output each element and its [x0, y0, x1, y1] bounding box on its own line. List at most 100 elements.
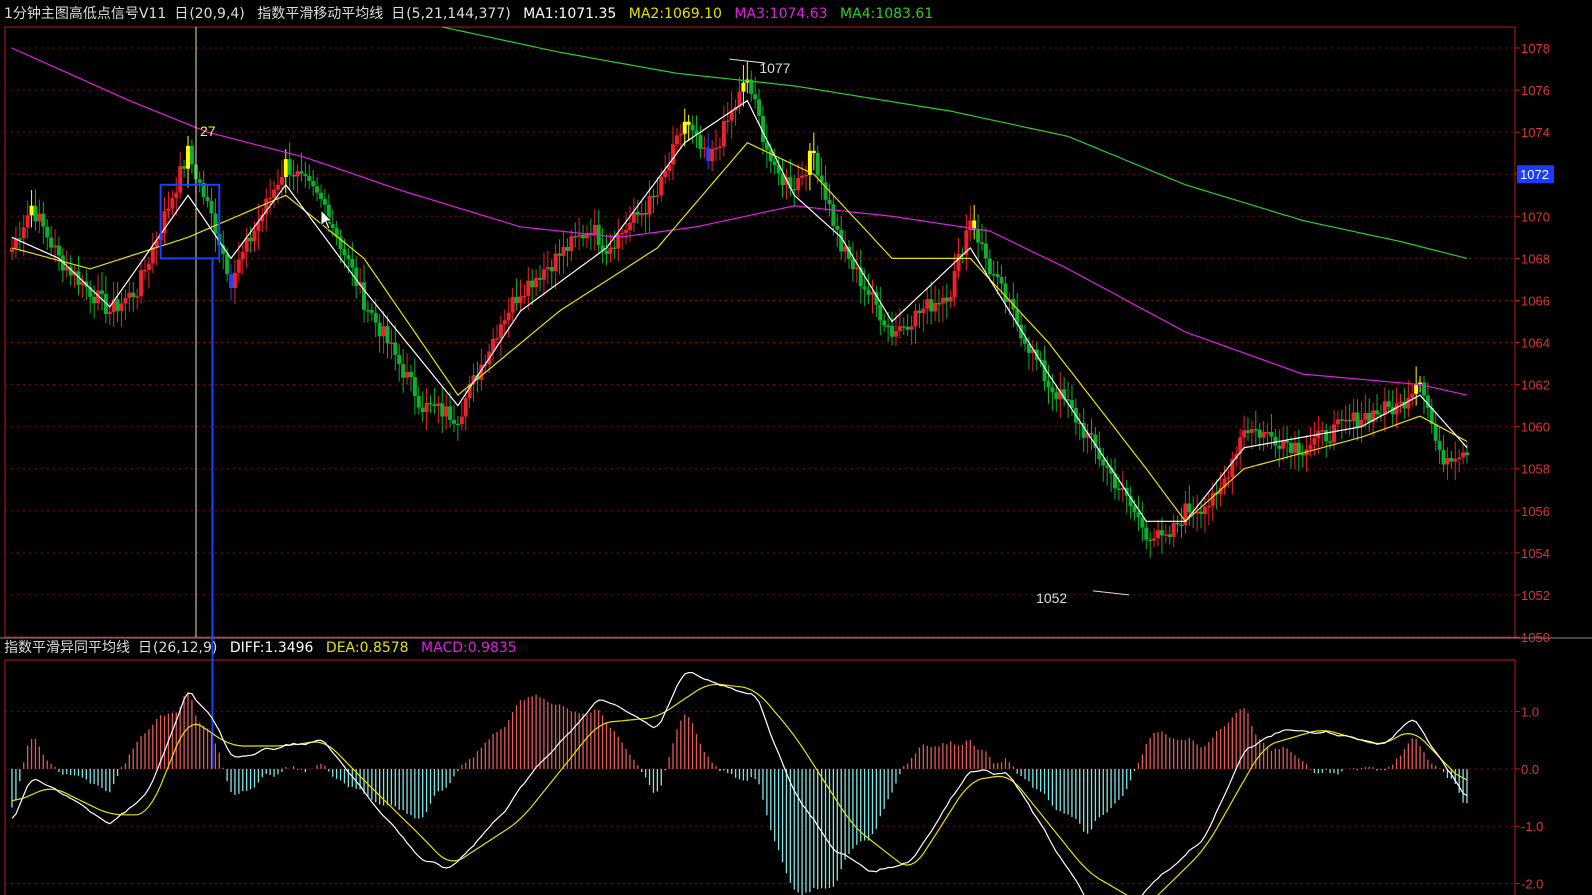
candle-body [318, 192, 323, 199]
candle-body [854, 267, 859, 270]
candle-body [1312, 438, 1317, 445]
candle-body [303, 173, 308, 176]
candle-body [1046, 381, 1051, 388]
candle-body [530, 280, 535, 288]
candle-body [170, 198, 175, 209]
candle-body [178, 166, 183, 193]
candle-body [655, 195, 660, 197]
candle-body [897, 326, 902, 332]
candle-body [624, 229, 629, 233]
candle-body [197, 179, 202, 183]
candle-body [272, 189, 277, 198]
candle-body [92, 296, 97, 304]
candle-body [1296, 442, 1301, 454]
macd-tick-label: -2.0 [1521, 877, 1543, 892]
candle-body [146, 263, 151, 270]
candle-body [1159, 530, 1164, 536]
candle-body [1457, 457, 1462, 459]
candle-body [627, 222, 632, 230]
annotation-marker [1093, 590, 1130, 596]
candle-body [1156, 530, 1161, 539]
candle-body [53, 245, 58, 248]
macd-histogram [11, 692, 1468, 895]
candle-body [541, 269, 546, 280]
candle-body [721, 121, 726, 147]
candle-body [209, 200, 214, 214]
candle-body [1461, 452, 1466, 458]
stock-chart[interactable]: 1050 1052 1054 1056 1058 1060 1062 1064 1066 1068… [0, 0, 1592, 895]
candle-body [420, 407, 425, 413]
candle-body [275, 184, 280, 190]
candle-body [843, 246, 848, 252]
candle-body [385, 326, 390, 344]
candle-body [862, 286, 867, 290]
candle-body [1332, 424, 1337, 443]
candle-body [1449, 457, 1454, 462]
candle-body [299, 171, 304, 174]
candle-body [287, 159, 292, 175]
candle-body [1245, 430, 1250, 433]
candle-body [1343, 419, 1348, 422]
candle-body [1355, 412, 1360, 428]
candle-body [252, 231, 257, 242]
candle-body [714, 148, 719, 150]
candle-body [538, 277, 543, 280]
candle-body [1433, 423, 1438, 441]
candle-body [1148, 539, 1153, 542]
candle-body [502, 320, 507, 325]
candle-body [991, 274, 996, 276]
main-tick-label: 1068 [1521, 251, 1550, 266]
main-tick-label: 1054 [1521, 546, 1550, 561]
candle-body [1281, 440, 1286, 449]
candle-body [514, 297, 519, 304]
candle-body [909, 326, 914, 330]
candle-body [913, 310, 918, 327]
candle-body [1410, 393, 1415, 398]
candle-body [1308, 444, 1313, 450]
candle-body [49, 237, 54, 248]
candle-body [948, 296, 953, 302]
candle-body [1367, 412, 1372, 423]
candle-body [698, 134, 703, 149]
candle-body [620, 232, 625, 235]
candle-body [608, 247, 613, 254]
candle-body [1163, 534, 1168, 536]
candle-body [1132, 506, 1137, 513]
candle-body [796, 177, 801, 191]
candle-body [706, 147, 711, 162]
candle-body [107, 312, 112, 315]
candle-body [1398, 401, 1403, 404]
macd-tick-label: 1.0 [1521, 705, 1539, 720]
candle-body [976, 229, 981, 243]
candle-body [635, 211, 640, 215]
candle-body [553, 253, 558, 272]
candle-body [581, 234, 586, 239]
candle-body [389, 342, 394, 344]
candle-body [283, 159, 288, 177]
candle-body [710, 149, 715, 162]
main-tick-label: 1060 [1521, 420, 1550, 435]
candle-body [1288, 442, 1293, 453]
candle-body [1187, 503, 1192, 513]
candle-body [186, 145, 191, 169]
candle-body [725, 120, 730, 123]
candle-body [811, 150, 816, 153]
candle-body [455, 423, 460, 426]
candle-body [549, 267, 554, 272]
candle-body [604, 250, 609, 254]
main-tick-label: 1062 [1521, 378, 1550, 393]
candle-body [248, 237, 253, 242]
candle-body [1453, 458, 1458, 462]
candle-body [905, 326, 910, 330]
candle-body [753, 94, 758, 100]
candle-body [1414, 383, 1419, 394]
candle-body [307, 175, 312, 181]
main-tick-label: 1066 [1521, 293, 1550, 308]
candle-body [1292, 442, 1297, 453]
candle-body [1363, 412, 1368, 420]
candle-body [886, 325, 891, 327]
ma1-line [11, 99, 1468, 522]
candle-body [901, 326, 906, 328]
candle-body [373, 312, 378, 323]
candle-body [1101, 459, 1106, 466]
